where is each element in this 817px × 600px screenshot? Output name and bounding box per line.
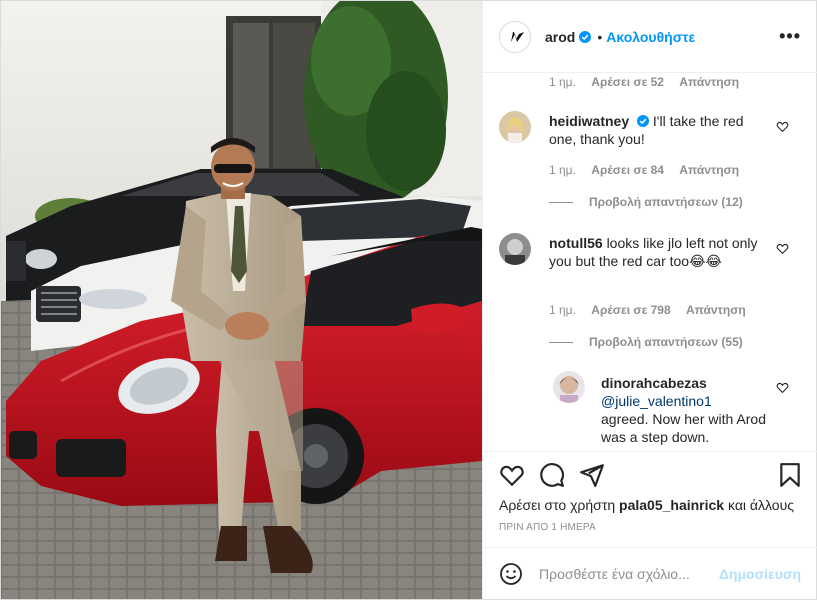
more-options-icon[interactable]: ••• bbox=[779, 27, 801, 45]
like-comment-heart-icon[interactable] bbox=[776, 381, 789, 394]
comment-meta: 1 ημ. Αρέσει σε 84 Απάντηση bbox=[549, 163, 751, 177]
comment-time: 1 ημ. bbox=[549, 303, 576, 317]
view-replies-label: Προβολή απαντήσεων (12) bbox=[589, 195, 743, 209]
commenter-avatar[interactable] bbox=[499, 233, 531, 265]
mention-link[interactable]: @julie_valentino1 bbox=[601, 393, 712, 409]
add-comment-bar: Δημοσίευση bbox=[483, 547, 817, 599]
verified-icon bbox=[579, 30, 592, 43]
instagram-post-modal: arod • Ακολουθήστε ••• 1 ημ. Αρέσει σε 5… bbox=[0, 0, 817, 600]
likes-suffix: και άλλους bbox=[727, 497, 794, 513]
comment-username[interactable]: heidiwatney bbox=[549, 113, 629, 129]
comments-list[interactable]: 1 ημ. Αρέσει σε 52 Απάντηση heidiwatney bbox=[483, 73, 817, 451]
comment-meta: 1 ημ. Αρέσει σε 798 Απάντηση bbox=[549, 303, 758, 317]
comment-text: agreed. Now her with Arod was a step dow… bbox=[601, 411, 766, 445]
post-username[interactable]: arod bbox=[545, 29, 575, 45]
post-actions: Αρέσει στο χρήστη pala05_hainrick και άλ… bbox=[483, 451, 817, 547]
like-comment-heart-icon[interactable] bbox=[776, 242, 789, 255]
post-photo[interactable] bbox=[1, 1, 482, 599]
comment-meta: 1 ημ. Αρέσει σε 52 Απάντηση bbox=[549, 75, 751, 89]
avatar-image bbox=[499, 111, 531, 143]
post-comment-button[interactable]: Δημοσίευση bbox=[719, 566, 801, 582]
replies-divider bbox=[549, 201, 573, 203]
comment-username[interactable]: dinorahcabezas bbox=[601, 375, 707, 391]
likes-summary[interactable]: Αρέσει στο χρήστη pala05_hainrick και άλ… bbox=[499, 497, 794, 513]
comment-body: notull56 looks like jlo left not only yo… bbox=[549, 234, 763, 270]
view-replies-label: Προβολή απαντήσεων (55) bbox=[589, 335, 743, 349]
likes-prefix: Αρέσει στο χρήστη bbox=[499, 497, 616, 513]
like-comment-heart-icon[interactable] bbox=[776, 120, 789, 133]
reply-link[interactable]: Απάντηση bbox=[686, 303, 746, 317]
commenter-avatar[interactable] bbox=[553, 371, 585, 403]
avatar-image bbox=[499, 233, 531, 265]
follow-button[interactable]: Ακολουθήστε bbox=[606, 29, 695, 45]
post-timestamp[interactable]: ΠΡΙΝ ΑΠΟ 1 ΗΜΕΡΑ bbox=[499, 522, 596, 533]
view-replies-button[interactable]: Προβολή απαντήσεων (55) bbox=[549, 335, 743, 349]
comment-body: dinorahcabezas @julie_valentino1 agreed.… bbox=[601, 374, 769, 446]
reply-link[interactable]: Απάντηση bbox=[679, 75, 739, 89]
avatar-image bbox=[553, 371, 585, 403]
comment-icon[interactable] bbox=[539, 462, 565, 488]
comment-username[interactable]: notull56 bbox=[549, 235, 603, 251]
post-sidebar: arod • Ακολουθήστε ••• 1 ημ. Αρέσει σε 5… bbox=[482, 1, 817, 599]
liker-username[interactable]: pala05_hainrick bbox=[619, 497, 724, 513]
account-avatar[interactable] bbox=[499, 20, 531, 53]
view-replies-button[interactable]: Προβολή απαντήσεων (12) bbox=[549, 195, 743, 209]
comment-likes[interactable]: Αρέσει σε 52 bbox=[591, 75, 664, 89]
comment-time: 1 ημ. bbox=[549, 163, 576, 177]
bookmark-icon[interactable] bbox=[777, 462, 803, 488]
emoji-icon[interactable] bbox=[499, 562, 523, 586]
reply-link[interactable]: Απάντηση bbox=[679, 163, 739, 177]
separator-dot: • bbox=[597, 28, 603, 45]
commenter-avatar[interactable] bbox=[499, 111, 531, 143]
verified-icon bbox=[637, 115, 650, 127]
post-header: arod • Ακολουθήστε ••• bbox=[483, 1, 817, 73]
arod-logo-icon bbox=[506, 31, 524, 42]
replies-divider bbox=[549, 341, 573, 343]
post-image bbox=[1, 1, 482, 599]
comment-likes[interactable]: Αρέσει σε 84 bbox=[591, 163, 664, 177]
comment-likes[interactable]: Αρέσει σε 798 bbox=[591, 303, 670, 317]
heart-icon[interactable] bbox=[499, 462, 525, 488]
comment-input[interactable] bbox=[539, 564, 719, 584]
comment-body: heidiwatney I'll take the red one, thank… bbox=[549, 112, 763, 148]
comment-time: 1 ημ. bbox=[549, 75, 576, 89]
share-icon[interactable] bbox=[579, 462, 605, 488]
